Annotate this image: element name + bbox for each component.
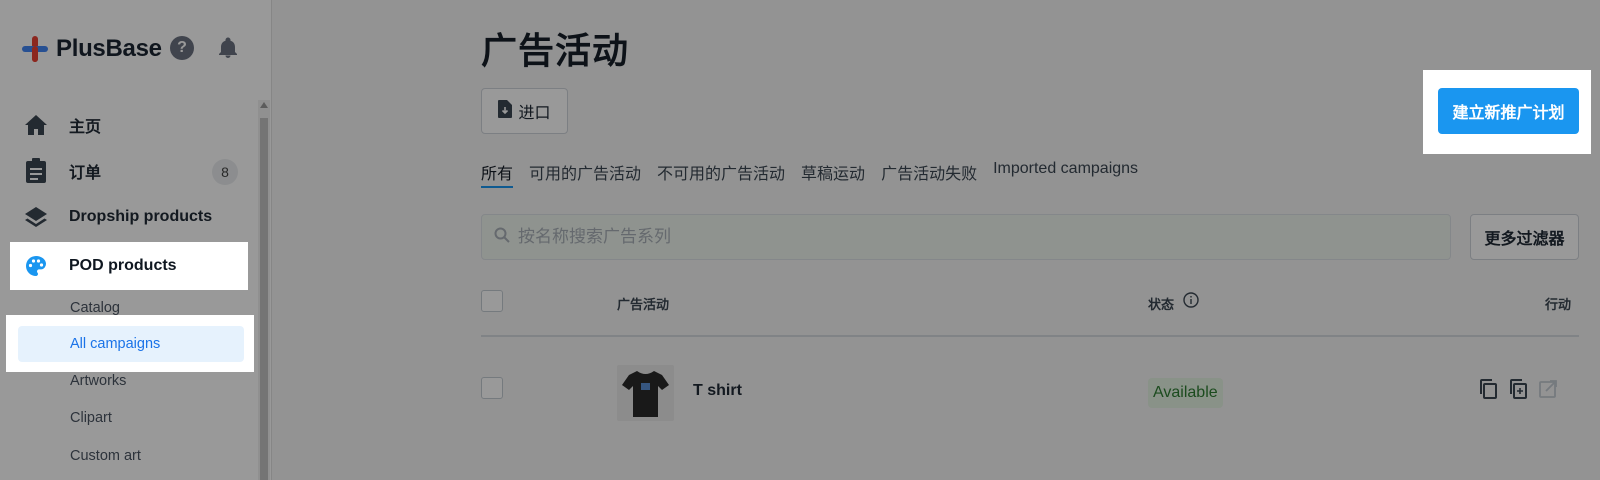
tab-unavailable[interactable]: 不可用的广告活动 — [657, 160, 785, 188]
clipboard-icon — [23, 158, 49, 184]
campaign-tabs: 所有 可用的广告活动 不可用的广告活动 草稿运动 广告活动失败 Imported… — [481, 160, 1154, 188]
tab-available[interactable]: 可用的广告活动 — [529, 160, 641, 188]
column-header-status: 状态 — [1148, 297, 1175, 312]
sidebar: PlusBase ? 主页 订单 8 Dropship products POD… — [0, 0, 272, 480]
column-header-campaign: 广告活动 — [617, 297, 670, 312]
import-button-label: 进口 — [518, 105, 551, 122]
copy-icon[interactable] — [1478, 378, 1498, 400]
product-thumbnail[interactable] — [617, 365, 674, 421]
table-header-divider — [481, 335, 1579, 337]
sidebar-subitem-clipart[interactable]: Clipart — [18, 400, 244, 436]
sidebar-item-label: POD products — [69, 257, 177, 274]
sidebar-item-orders[interactable]: 订单 8 — [10, 148, 246, 194]
palette-icon — [23, 253, 49, 279]
file-import-icon — [498, 99, 513, 123]
tab-all[interactable]: 所有 — [481, 160, 514, 188]
edit-external-icon[interactable] — [1538, 378, 1558, 400]
row-checkbox[interactable] — [481, 377, 503, 399]
sidebar-subitem-custom-art[interactable]: Custom art — [18, 438, 244, 474]
create-button-highlight: 建立新推广计划 — [1423, 70, 1591, 154]
sidebar-item-label: Dropship products — [69, 208, 213, 225]
bell-icon[interactable] — [216, 36, 240, 60]
column-header-action: 行动 — [1545, 297, 1572, 312]
sidebar-scroll-thumb[interactable] — [260, 118, 268, 480]
home-icon — [23, 112, 49, 138]
product-name[interactable]: T shirt — [693, 382, 742, 400]
duplicate-icon[interactable] — [1508, 378, 1528, 400]
status-badge: Available — [1148, 378, 1223, 408]
sidebar-scrollbar[interactable] — [258, 100, 270, 480]
orders-count-badge: 8 — [212, 159, 238, 185]
page-title: 广告活动 — [481, 30, 630, 71]
import-button[interactable]: 进口 — [481, 88, 568, 134]
search-box[interactable] — [481, 214, 1451, 260]
tab-failed[interactable]: 广告活动失败 — [881, 160, 977, 188]
search-icon — [494, 227, 510, 248]
sidebar-item-dropship-products[interactable]: Dropship products — [10, 194, 246, 240]
brand-logo[interactable]: PlusBase — [20, 32, 162, 66]
sidebar-item-label: 主页 — [69, 119, 102, 136]
plusbase-logo-icon — [20, 34, 50, 64]
sidebar-item-label: 订单 — [69, 165, 102, 182]
layers-icon — [23, 204, 49, 230]
help-icon[interactable]: ? — [170, 36, 194, 60]
tab-imported[interactable]: Imported campaigns — [993, 160, 1138, 188]
scroll-up-arrow-icon[interactable] — [260, 102, 268, 108]
row-actions — [1478, 378, 1558, 400]
create-campaign-button[interactable]: 建立新推广计划 — [1438, 88, 1579, 134]
sidebar-subitem-highlight: All campaigns — [6, 315, 254, 372]
select-all-checkbox[interactable] — [481, 290, 503, 312]
tab-draft[interactable]: 草稿运动 — [801, 160, 865, 188]
sidebar-subitem-all-campaigns[interactable]: All campaigns — [18, 326, 244, 362]
info-icon[interactable] — [1183, 292, 1199, 313]
search-input[interactable] — [518, 227, 1418, 247]
brand-name: PlusBase — [56, 35, 162, 62]
sidebar-item-pod-products[interactable]: POD products — [10, 242, 248, 290]
more-filters-button[interactable]: 更多过滤器 — [1470, 214, 1579, 260]
sidebar-item-home[interactable]: 主页 — [10, 102, 246, 148]
